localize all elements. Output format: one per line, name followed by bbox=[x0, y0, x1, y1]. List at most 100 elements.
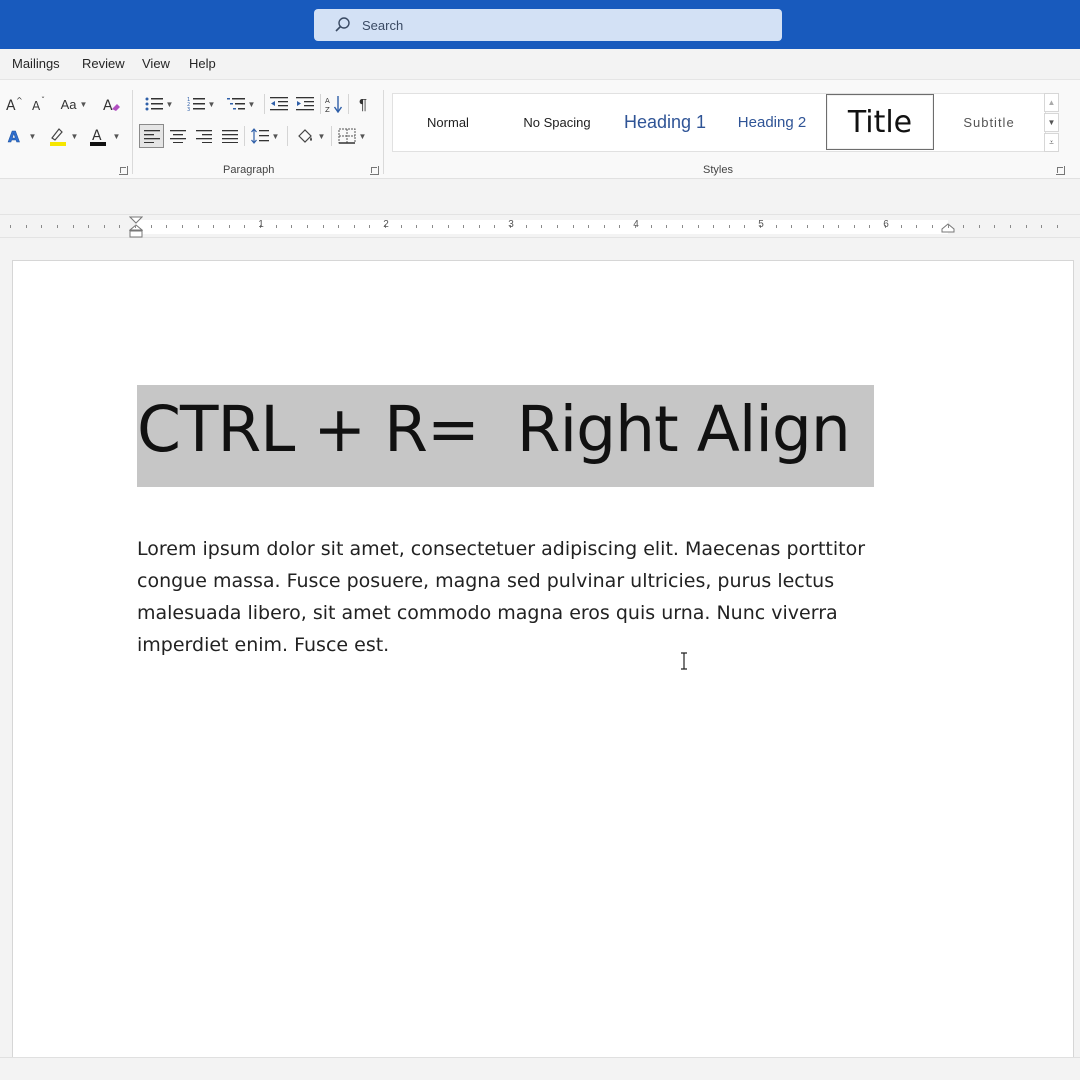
text-effects-icon: A bbox=[7, 128, 20, 145]
style-heading-1[interactable]: Heading 1 bbox=[611, 94, 719, 151]
divider bbox=[348, 94, 349, 114]
borders-icon bbox=[338, 128, 356, 144]
ruler-tick bbox=[88, 225, 89, 228]
ruler-tick bbox=[244, 225, 245, 228]
ruler-tick bbox=[119, 225, 120, 228]
ruler-tick bbox=[1026, 225, 1027, 228]
tab-view[interactable]: View bbox=[142, 56, 170, 71]
tab-mailings[interactable]: Mailings bbox=[12, 56, 60, 71]
grow-font-button[interactable]: A ^ bbox=[4, 94, 24, 114]
style-subtitle[interactable]: Subtitle bbox=[935, 94, 1043, 151]
styles-scroll-down-button[interactable]: ▼ bbox=[1044, 113, 1059, 132]
numbering-button[interactable]: 123 ▼ bbox=[184, 94, 218, 114]
svg-text:A: A bbox=[8, 128, 20, 145]
ruler-number: 4 bbox=[633, 219, 639, 230]
clear-formatting-icon: A bbox=[103, 98, 120, 113]
highlight-color-button[interactable]: ▼ bbox=[44, 126, 80, 146]
paint-bucket-icon bbox=[297, 129, 312, 143]
ruler-tick bbox=[932, 225, 933, 228]
shrink-font-icon: Aˇ bbox=[32, 95, 45, 113]
align-center-button[interactable] bbox=[167, 126, 189, 146]
svg-text:ˇ: ˇ bbox=[41, 95, 45, 105]
style-title[interactable]: Title bbox=[826, 94, 934, 150]
change-case-label: Aa bbox=[60, 96, 77, 112]
ruler-tick bbox=[338, 225, 339, 228]
ruler-tick bbox=[198, 225, 199, 228]
ruler-tick bbox=[604, 225, 605, 228]
ruler-tick bbox=[276, 225, 277, 228]
chevron-down-icon: ▼ bbox=[1047, 118, 1056, 127]
ruler-tick bbox=[166, 225, 167, 228]
style-heading-1-label: Heading 1 bbox=[623, 112, 707, 132]
shrink-font-button[interactable]: Aˇ bbox=[30, 94, 50, 114]
bullets-button[interactable]: ▼ bbox=[142, 94, 176, 114]
chevron-down-icon: ▼ bbox=[317, 131, 326, 141]
pilcrow-icon: ¶ bbox=[358, 95, 368, 113]
font-color-button[interactable]: A ▼ bbox=[86, 126, 122, 146]
ruler-tick bbox=[135, 225, 136, 228]
ruler-number: 3 bbox=[508, 219, 514, 230]
style-no-spacing[interactable]: No Spacing bbox=[503, 94, 611, 151]
indent-marker-icon[interactable] bbox=[129, 216, 143, 238]
chevron-down-icon: ▼ bbox=[207, 99, 216, 109]
multilevel-list-button[interactable]: ▼ bbox=[224, 94, 258, 114]
more-icon: ⩡ bbox=[1049, 137, 1054, 147]
styles-dialog-launcher-icon[interactable] bbox=[1056, 166, 1065, 175]
shading-button[interactable]: ▼ bbox=[293, 126, 327, 146]
line-spacing-button[interactable]: ▼ bbox=[248, 126, 282, 146]
svg-text:A: A bbox=[32, 99, 41, 113]
ruler-tick bbox=[744, 225, 745, 228]
ruler-tick bbox=[994, 225, 995, 228]
sort-icon: AZ bbox=[325, 96, 343, 113]
tab-help[interactable]: Help bbox=[189, 56, 216, 71]
tab-review[interactable]: Review bbox=[82, 56, 125, 71]
chevron-down-icon: ▼ bbox=[28, 131, 37, 141]
ruler-tick bbox=[963, 225, 964, 228]
style-heading-2[interactable]: Heading 2 bbox=[719, 94, 825, 151]
divider bbox=[331, 126, 332, 146]
paragraph-dialog-launcher-icon[interactable] bbox=[370, 166, 379, 175]
ruler-tick bbox=[10, 225, 11, 228]
align-right-button[interactable] bbox=[193, 126, 215, 146]
text-effects-button[interactable]: A ▼ bbox=[4, 126, 38, 146]
show-formatting-marks-button[interactable]: ¶ bbox=[352, 94, 374, 114]
svg-text:3: 3 bbox=[187, 107, 190, 112]
align-left-button[interactable] bbox=[139, 124, 164, 148]
decrease-indent-button[interactable] bbox=[268, 94, 290, 114]
ruler-tick bbox=[57, 225, 58, 228]
justify-button[interactable] bbox=[219, 126, 241, 146]
document-title[interactable]: CTRL + R= Right Align bbox=[137, 393, 851, 466]
horizontal-ruler[interactable]: 1 2 3 4 5 6 bbox=[0, 214, 1080, 238]
document-body-paragraph[interactable]: Lorem ipsum dolor sit amet, consectetuer… bbox=[137, 533, 917, 661]
change-case-button[interactable]: Aa ▼ bbox=[58, 94, 90, 114]
ruler-tick bbox=[229, 225, 230, 228]
borders-button[interactable]: ▼ bbox=[334, 126, 370, 146]
svg-text:A: A bbox=[6, 98, 16, 113]
ruler-tick bbox=[448, 225, 449, 228]
sort-button[interactable]: AZ bbox=[323, 94, 345, 114]
font-dialog-launcher-icon[interactable] bbox=[119, 166, 128, 175]
chevron-down-icon: ▼ bbox=[79, 99, 88, 109]
ruler-tick bbox=[916, 225, 917, 228]
ruler-tick bbox=[573, 225, 574, 228]
style-normal[interactable]: Normal bbox=[393, 94, 503, 151]
svg-text:A: A bbox=[103, 98, 113, 113]
styles-scroll-up-button[interactable]: ▲ bbox=[1044, 93, 1059, 112]
group-divider bbox=[132, 90, 133, 174]
ruler-tick bbox=[682, 225, 683, 228]
ruler-tick bbox=[651, 225, 652, 228]
styles-more-button[interactable]: ⩡ bbox=[1044, 133, 1059, 152]
ruler-tick bbox=[41, 225, 42, 228]
ruler-tick bbox=[401, 225, 402, 228]
search-box[interactable]: Search bbox=[314, 9, 782, 41]
multilevel-list-icon bbox=[226, 98, 245, 110]
clear-formatting-button[interactable]: A bbox=[100, 94, 122, 114]
align-left-icon bbox=[143, 130, 160, 143]
ruler-tick bbox=[698, 225, 699, 228]
highlighter-icon bbox=[49, 128, 66, 146]
increase-indent-button[interactable] bbox=[294, 94, 316, 114]
ruler-tick bbox=[307, 225, 308, 228]
ruler-tick bbox=[151, 225, 152, 228]
ruler-tick bbox=[713, 225, 714, 228]
svg-text:A: A bbox=[325, 97, 330, 105]
